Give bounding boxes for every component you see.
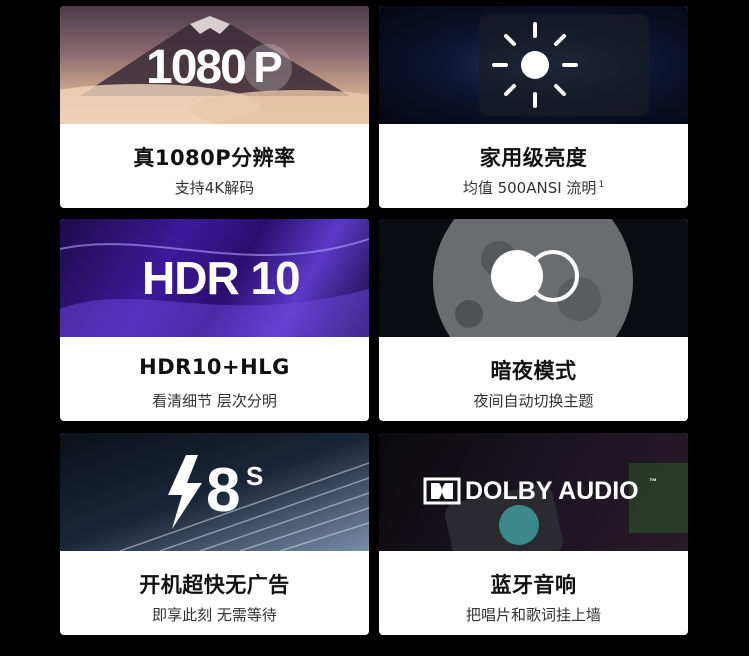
hero-8: 8 bbox=[206, 456, 241, 525]
card-subtitle: 夜间自动切换主题 bbox=[473, 392, 594, 410]
hero-hdr10: HDR 10 bbox=[142, 252, 301, 304]
card-subtitle: 支持4K解码 bbox=[174, 179, 255, 197]
feature-card-dark-mode: 暗夜模式 夜间自动切换主题 bbox=[379, 219, 688, 421]
card-title: 蓝牙音响 bbox=[490, 573, 577, 597]
card-subtitle: 把唱片和歌词挂上墙 bbox=[465, 606, 601, 624]
dolby-logo bbox=[423, 477, 461, 505]
p-badge: P bbox=[244, 44, 292, 92]
moon-image bbox=[379, 219, 688, 337]
hero-1080: 1080 bbox=[146, 41, 247, 94]
brightness-icon bbox=[479, 14, 649, 116]
dolby-audio-text: DOLBY AUDIO bbox=[465, 477, 639, 505]
card-title: 真1080P分辨率 bbox=[133, 146, 296, 170]
feature-card-1080p: 1080 P 真1080P分辨率 支持4K解码 bbox=[60, 6, 369, 208]
footnote-marker: 1 bbox=[598, 180, 605, 190]
mountain-image: 1080 P bbox=[60, 6, 369, 124]
feature-card-fast-boot: 8 S 开机超快无广告 即享此刻 无需等待 bbox=[60, 433, 369, 635]
feature-card-bluetooth-speaker: DOLBY AUDIO ™ 蓝牙音响 把唱片和歌词挂上墙 bbox=[379, 433, 688, 635]
speaker-image: DOLBY AUDIO ™ bbox=[379, 433, 688, 551]
card-subtitle: 即享此刻 无需等待 bbox=[152, 606, 277, 624]
hero-seconds: S bbox=[246, 461, 264, 491]
lightning-icon bbox=[168, 455, 202, 529]
card-title: 家用级亮度 bbox=[479, 146, 588, 170]
card-title: HDR10+HLG bbox=[139, 355, 290, 379]
card-subtitle: 均值 500ANSI 流明 1 bbox=[462, 179, 605, 197]
card-title: 开机超快无广告 bbox=[139, 573, 290, 597]
card-title: 暗夜模式 bbox=[490, 359, 577, 383]
card-subtitle: 看清细节 层次分明 bbox=[152, 392, 277, 410]
hdr-image: HDR 10 bbox=[60, 219, 369, 337]
projector-image bbox=[379, 6, 688, 124]
feature-card-hdr: HDR 10 HDR10+HLG 看清细节 层次分明 bbox=[60, 219, 369, 421]
feature-card-brightness: 家用级亮度 均值 500ANSI 流明 1 bbox=[379, 6, 688, 208]
trademark-mark: ™ bbox=[649, 477, 657, 486]
speed-lines-image: 8 S bbox=[60, 433, 369, 551]
